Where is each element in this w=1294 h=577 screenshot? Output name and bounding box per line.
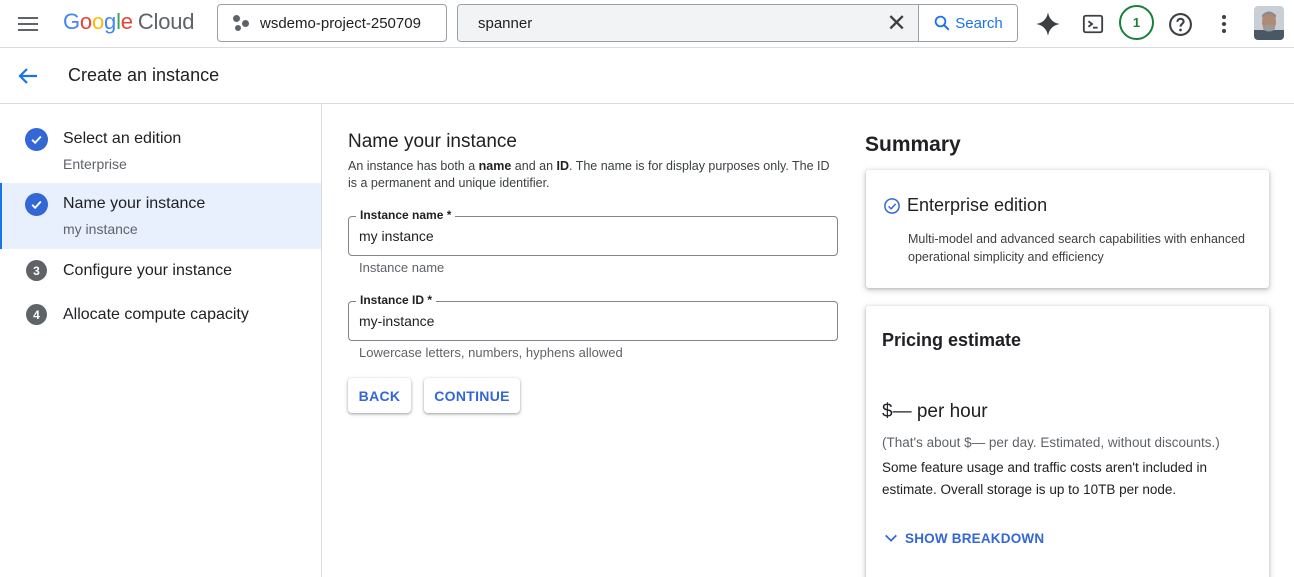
step-subtitle: my instance	[63, 221, 138, 237]
gemini-sparkle-icon[interactable]	[1034, 10, 1062, 38]
project-hierarchy-icon	[232, 14, 250, 32]
instance-name-input[interactable]	[349, 217, 837, 255]
instance-name-hint: Instance name	[359, 260, 445, 275]
step-number: 3	[26, 260, 47, 281]
step-title: Configure your instance	[63, 262, 232, 279]
edition-summary-card: Enterprise edition Multi-model and advan…	[866, 170, 1269, 288]
continue-button[interactable]: CONTINUE	[424, 378, 520, 413]
search-bar: ✕ Search	[457, 4, 1018, 42]
cloud-wordmark: Cloud	[137, 9, 195, 34]
check-circle-icon	[25, 193, 48, 216]
show-breakdown-button[interactable]: SHOW BREAKDOWN	[883, 530, 1044, 546]
project-name: wsdemo-project-250709	[260, 14, 421, 32]
summary-title: Summary	[865, 133, 961, 156]
pricing-amount: $— per hour	[882, 401, 988, 422]
instance-id-input[interactable]	[349, 302, 837, 340]
form-description: An instance has both a name and an ID. T…	[348, 159, 830, 190]
top-bar: Google Cloud wsdemo-project-250709 ✕ Sea…	[0, 0, 1294, 48]
clear-search-icon[interactable]: ✕	[875, 5, 919, 41]
instance-id-label: Instance ID *	[356, 293, 437, 307]
check-circle-outline-icon	[883, 197, 901, 215]
show-breakdown-label: SHOW BREAKDOWN	[905, 530, 1045, 546]
pricing-title: Pricing estimate	[882, 330, 1022, 350]
step-configure-instance[interactable]: 3 Configure your instance	[0, 254, 321, 290]
back-button[interactable]: BACK	[348, 378, 411, 413]
step-subtitle: Enterprise	[63, 156, 127, 172]
search-input[interactable]	[458, 5, 875, 41]
notifications-badge[interactable]: 1	[1119, 5, 1154, 40]
step-title: Name your instance	[63, 195, 206, 212]
google-cloud-logo[interactable]: Google Cloud	[63, 9, 194, 37]
step-name-instance[interactable]: Name your instance my instance	[0, 183, 321, 249]
edition-description: Multi-model and advanced search capabili…	[908, 232, 1246, 264]
step-number: 4	[26, 304, 47, 325]
project-picker-button[interactable]: wsdemo-project-250709	[217, 4, 447, 42]
back-arrow-icon[interactable]	[16, 64, 40, 88]
instance-id-field: Instance ID *	[348, 293, 838, 341]
pricing-estimate-card: Pricing estimate $— per hour (That's abo…	[866, 306, 1269, 577]
search-button[interactable]: Search	[919, 5, 1017, 41]
main-menu-icon[interactable]	[16, 12, 40, 36]
page-header: Create an instance	[0, 49, 1294, 104]
edition-title: Enterprise edition	[907, 195, 1048, 215]
step-allocate-capacity[interactable]: 4 Allocate compute capacity	[0, 298, 321, 334]
search-icon	[934, 15, 950, 31]
step-title: Select an edition	[63, 130, 182, 147]
instance-id-hint: Lowercase letters, numbers, hyphens allo…	[359, 345, 623, 360]
step-title: Allocate compute capacity	[63, 306, 249, 323]
instance-name-field: Instance name *	[348, 208, 838, 256]
more-options-icon[interactable]	[1210, 10, 1238, 38]
step-select-edition[interactable]: Select an edition Enterprise	[0, 118, 321, 178]
pricing-note: (That's about $— per day. Estimated, wit…	[882, 435, 1220, 450]
pricing-extra-info: Some feature usage and traffic costs are…	[882, 460, 1208, 497]
stepper: Select an edition Enterprise Name your i…	[0, 104, 322, 577]
form-title: Name your instance	[348, 131, 517, 152]
instance-name-label: Instance name *	[356, 208, 456, 222]
chevron-down-icon	[885, 534, 897, 542]
cloud-shell-terminal-icon[interactable]	[1079, 10, 1107, 38]
help-icon[interactable]	[1166, 10, 1194, 38]
google-wordmark: Google	[63, 9, 133, 34]
user-avatar[interactable]	[1254, 6, 1284, 40]
check-circle-icon	[25, 128, 48, 151]
page-title: Create an instance	[68, 65, 220, 85]
search-button-label: Search	[955, 14, 1003, 32]
